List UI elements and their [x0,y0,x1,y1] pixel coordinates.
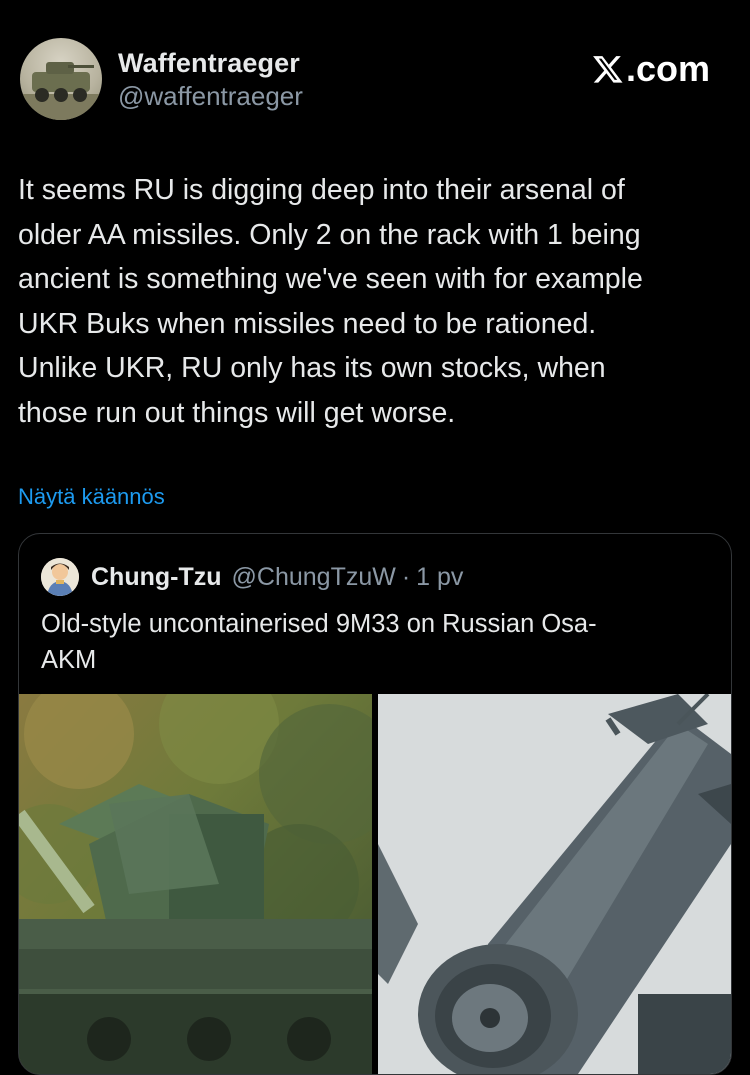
tweet-header: Waffentraeger @waffentraeger .com [20,38,730,124]
author-display-name[interactable]: Waffentraeger [118,46,303,80]
quoted-tweet[interactable]: Chung-Tzu @ChungTzuW · 1 pv Old-style un… [18,533,732,1075]
character-avatar-icon [41,558,79,596]
quote-author-handle[interactable]: @ChungTzuW [232,563,396,592]
x-logo-icon [593,56,623,83]
author-names: Waffentraeger @waffentraeger [118,46,303,112]
vehicle-photo-illustration [19,694,372,1074]
translate-link[interactable]: Näytä käännös [18,482,165,512]
missile-photo-illustration [378,694,731,1074]
9m33-missile-closeup-photo[interactable] [378,694,731,1074]
tweet-text: It seems RU is digging deep into their a… [18,174,643,429]
brand-logo: .com [592,48,710,90]
quote-author-avatar[interactable] [41,558,79,596]
quote-media [19,694,731,1074]
quote-author-name[interactable]: Chung-Tzu [91,563,222,592]
quote-header: Chung-Tzu @ChungTzuW · 1 pv [41,558,463,596]
author-avatar[interactable] [20,38,102,120]
osa-akm-vehicle-photo[interactable] [19,694,372,1074]
author-handle[interactable]: @waffentraeger [118,80,303,112]
brand-domain: .com [625,48,710,89]
armored-vehicle-icon [20,62,102,120]
separator-dot: · [401,562,411,591]
quote-text: Old-style uncontainerised 9M33 on Russia… [41,610,597,674]
quote-timestamp[interactable]: 1 pv [416,563,463,592]
